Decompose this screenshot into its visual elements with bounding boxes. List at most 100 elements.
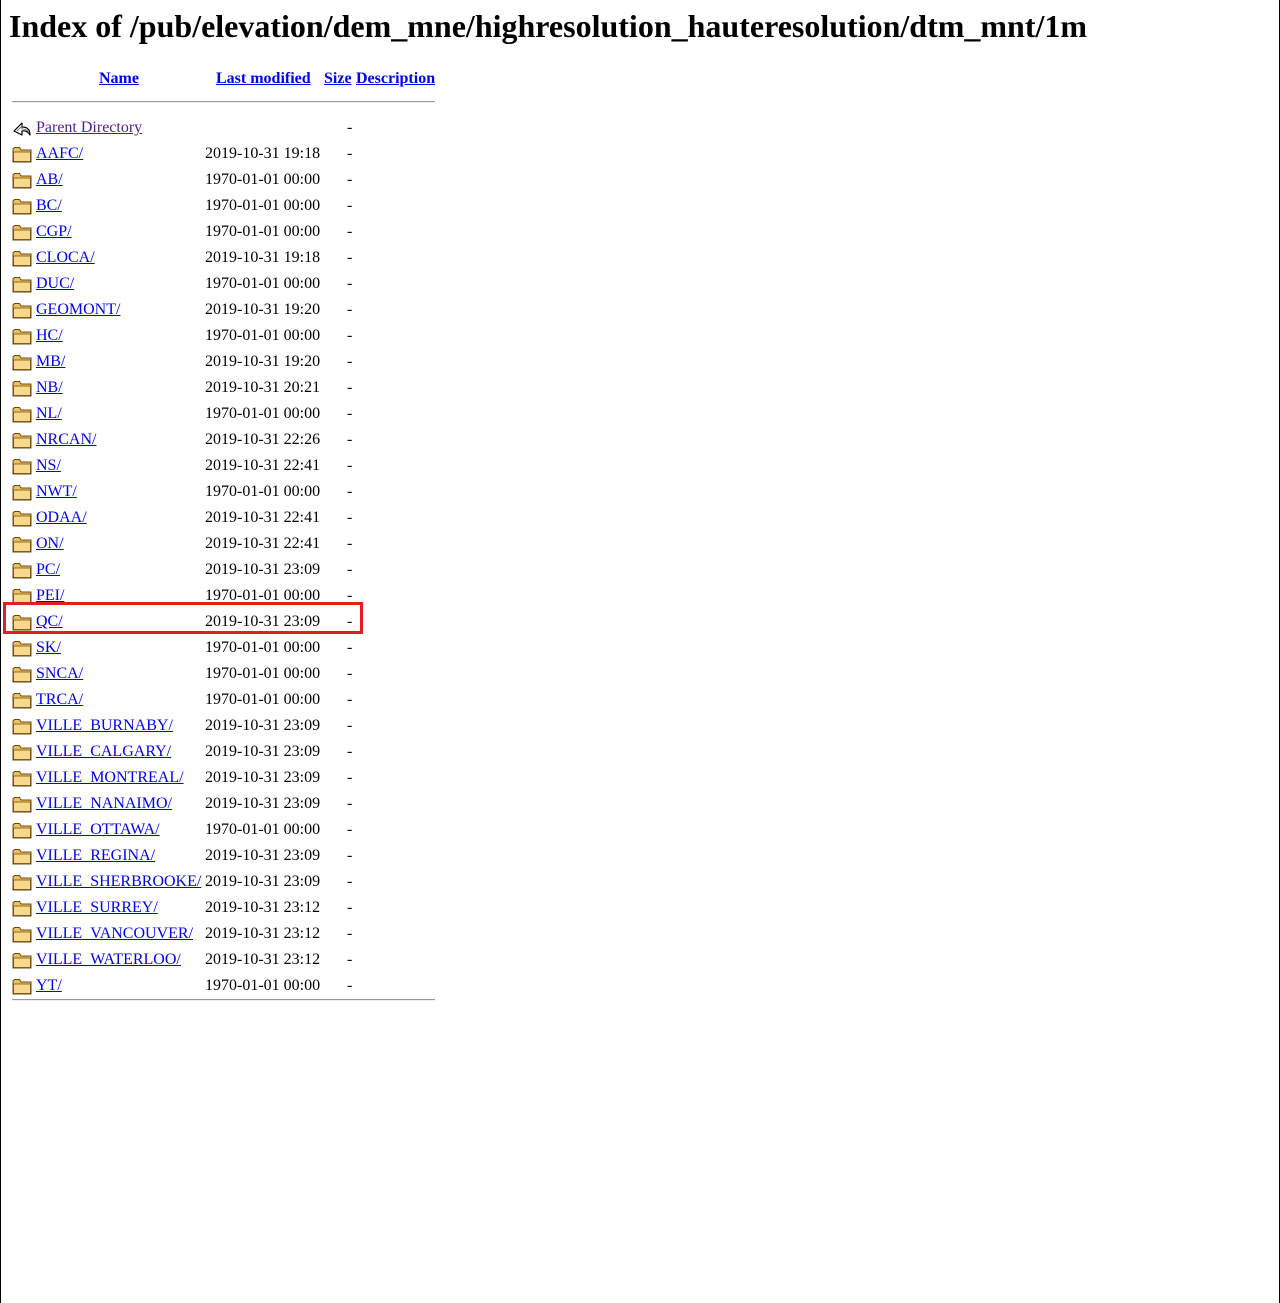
directory-row: SNCA/1970-01-01 00:00 - [0, 663, 440, 689]
footer-divider [12, 999, 435, 1001]
last-modified-value: 2019-10-31 19:20 [205, 353, 321, 370]
last-modified-value: 1970-01-01 00:00 [205, 275, 321, 292]
directory-link[interactable]: NB/ [36, 379, 63, 397]
last-modified-value: 2019-10-31 23:12 [205, 951, 321, 968]
directory-link[interactable]: VILLE_CALGARY/ [36, 743, 171, 761]
folder-icon [12, 953, 32, 969]
directory-row: AAFC/2019-10-31 19:18 - [0, 143, 440, 169]
size-value: - [347, 561, 353, 578]
directory-link[interactable]: HC/ [36, 327, 63, 345]
directory-link[interactable]: AAFC/ [36, 145, 83, 163]
page-title: Index of /pub/elevation/dem_mne/highreso… [9, 8, 1088, 44]
directory-row: MB/2019-10-31 19:20 - [0, 351, 440, 377]
sort-by-description-link[interactable]: Description [356, 70, 435, 88]
directory-link[interactable]: SNCA/ [36, 665, 83, 683]
directory-row: NL/1970-01-01 00:00 - [0, 403, 440, 429]
directory-row: PC/2019-10-31 23:09 - [0, 559, 440, 585]
last-modified-value: 2019-10-31 22:41 [205, 457, 321, 474]
size-value: - [347, 925, 353, 942]
directory-link[interactable]: NL/ [36, 405, 62, 423]
directory-link[interactable]: NS/ [36, 457, 61, 475]
folder-icon [12, 771, 32, 787]
directory-link[interactable]: PC/ [36, 561, 60, 579]
directory-link[interactable]: NRCAN/ [36, 431, 96, 449]
directory-row: VILLE_BURNABY/2019-10-31 23:09 - [0, 715, 440, 741]
last-modified-value: 2019-10-31 23:09 [205, 561, 321, 578]
last-modified-value: 2019-10-31 22:41 [205, 509, 321, 526]
folder-icon [12, 329, 32, 345]
sort-by-name-link[interactable]: Name [99, 70, 139, 88]
directory-link[interactable]: VILLE_BURNABY/ [36, 717, 173, 735]
last-modified-value: 2019-10-31 23:09 [205, 847, 321, 864]
size-value: - [347, 873, 353, 890]
directory-row: VILLE_OTTAWA/1970-01-01 00:00 - [0, 819, 440, 845]
directory-link[interactable]: VILLE_SURREY/ [36, 899, 158, 917]
directory-link[interactable]: VILLE_OTTAWA/ [36, 821, 160, 839]
directory-link[interactable]: CGP/ [36, 223, 72, 241]
size-value: - [347, 405, 353, 422]
size-value: - [347, 951, 353, 968]
folder-icon [12, 303, 32, 319]
last-modified-value: 2019-10-31 20:21 [205, 379, 321, 396]
folder-icon [12, 719, 32, 735]
size-value: - [347, 769, 353, 786]
directory-link[interactable]: ON/ [36, 535, 64, 553]
size-value: - [347, 145, 353, 162]
last-modified-value: 2019-10-31 19:20 [205, 301, 321, 318]
size-value: - [347, 821, 353, 838]
directory-link[interactable]: VILLE_WATERLOO/ [36, 951, 181, 969]
directory-link[interactable]: YT/ [36, 977, 62, 995]
folder-icon [12, 537, 32, 553]
size-value: - [347, 795, 353, 812]
folder-icon [12, 199, 32, 215]
directory-row: GEOMONT/2019-10-31 19:20 - [0, 299, 440, 325]
directory-link[interactable]: CLOCA/ [36, 249, 95, 267]
last-modified-value: 2019-10-31 23:09 [205, 769, 321, 786]
size-value: - [347, 249, 353, 266]
last-modified-value: 2019-10-31 23:09 [205, 795, 321, 812]
folder-icon [12, 277, 32, 293]
directory-link[interactable]: AB/ [36, 171, 63, 189]
folder-icon [12, 849, 32, 865]
directory-link[interactable]: GEOMONT/ [36, 301, 120, 319]
folder-icon [12, 485, 32, 501]
size-value: - [347, 431, 353, 448]
directory-link[interactable]: VILLE_NANAIMO/ [36, 795, 172, 813]
size-value: - [347, 171, 353, 188]
last-modified-value: 1970-01-01 00:00 [205, 639, 321, 656]
parent-directory-link[interactable]: Parent Directory [36, 119, 142, 137]
directory-link[interactable]: VILLE_REGINA/ [36, 847, 155, 865]
sort-by-size-link[interactable]: Size [324, 70, 352, 88]
directory-row: NS/2019-10-31 22:41 - [0, 455, 440, 481]
directory-row: YT/1970-01-01 00:00 - [0, 975, 440, 1001]
directory-link[interactable]: BC/ [36, 197, 62, 215]
directory-link[interactable]: DUC/ [36, 275, 74, 293]
folder-icon [12, 511, 32, 527]
directory-link[interactable]: MB/ [36, 353, 65, 371]
last-modified-value: 1970-01-01 00:00 [205, 405, 321, 422]
parent-directory-row: Parent Directory - [0, 117, 440, 143]
directory-link[interactable]: TRCA/ [36, 691, 83, 709]
size-value: - [347, 353, 353, 370]
size-value: - [347, 275, 353, 292]
folder-icon [12, 641, 32, 657]
folder-icon [12, 745, 32, 761]
directory-link[interactable]: VILLE_SHERBROOKE/ [36, 873, 201, 891]
last-modified-value: 1970-01-01 00:00 [205, 691, 321, 708]
size-value: - [347, 223, 353, 240]
folder-icon [12, 251, 32, 267]
folder-icon [12, 901, 32, 917]
directory-link[interactable]: NWT/ [36, 483, 77, 501]
sort-by-last-modified-link[interactable]: Last modified [216, 70, 311, 88]
directory-link[interactable]: VILLE_MONTREAL/ [36, 769, 184, 787]
folder-icon [12, 563, 32, 579]
directory-link[interactable]: ODAA/ [36, 509, 87, 527]
last-modified-value: 2019-10-31 22:41 [205, 535, 321, 552]
back-arrow-icon [13, 122, 31, 136]
folder-icon [12, 693, 32, 709]
directory-link[interactable]: VILLE_VANCOUVER/ [36, 925, 193, 943]
directory-row: VILLE_SHERBROOKE/2019-10-31 23:09 - [0, 871, 440, 897]
size-value: - [347, 379, 353, 396]
directory-link[interactable]: SK/ [36, 639, 61, 657]
last-modified-value: 2019-10-31 23:09 [205, 743, 321, 760]
